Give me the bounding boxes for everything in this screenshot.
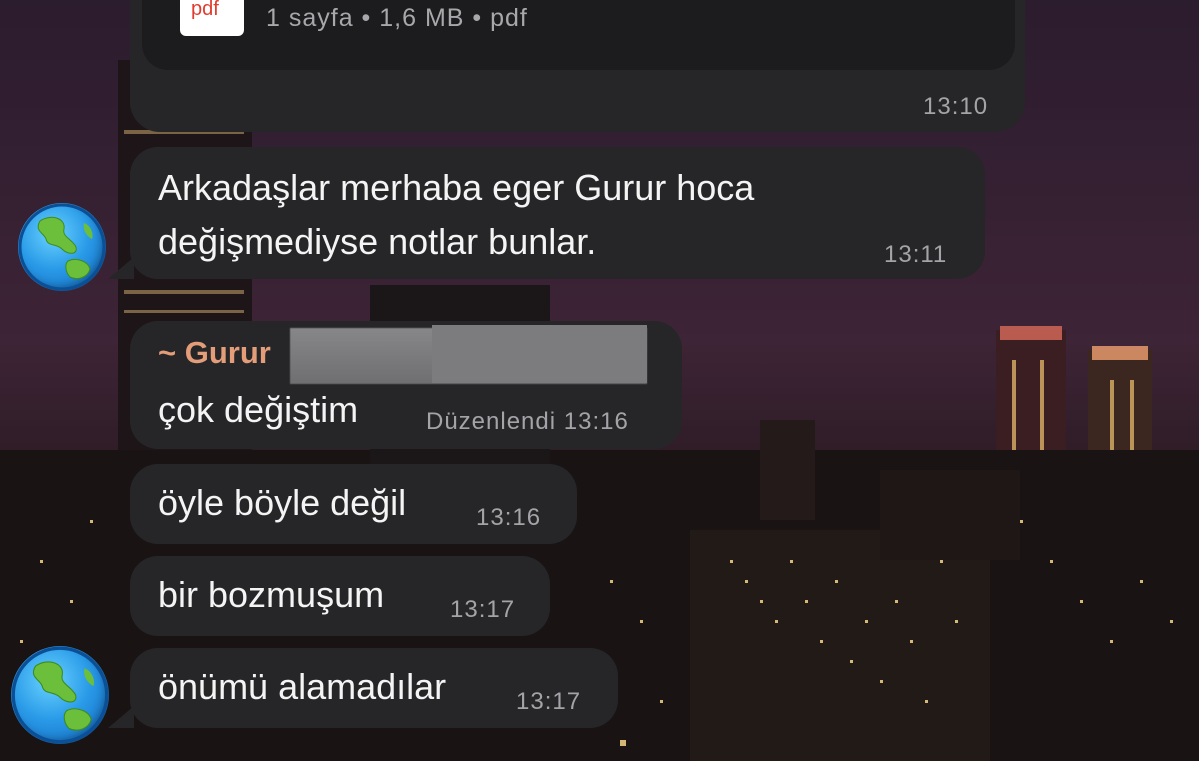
document-attachment[interactable]: pdf 1 sayfa • 1,6 MB • pdf [142,0,1015,70]
message-text: öyle böyle değil [158,482,407,523]
message-time: 13:16 [476,504,542,531]
message-bubble[interactable]: ~ Gurur çok değiştim Düzenlendi 13:16 [130,321,682,449]
message-bubble[interactable]: öyle böyle değil 13:16 [130,464,577,544]
redacted-area [432,325,647,383]
message-text: bir bozmuşum [158,574,385,615]
message-time: 13:17 [516,688,582,715]
message-text: Arkadaşlar merhaba eger Gurur hoca değiş… [158,161,754,269]
pdf-icon-label: pdf [191,0,219,20]
message-text: önümü alamadılar [158,666,447,707]
message-time: Düzenlendi 13:16 [426,408,629,435]
globe-icon[interactable] [18,203,106,291]
message-bubble[interactable]: bir bozmuşum 13:17 [130,556,550,636]
message-text-line: Arkadaşlar merhaba eger Gurur hoca [158,167,755,208]
globe-icon-graphic [11,646,109,744]
message-time: 13:17 [450,596,516,623]
message-tail [108,706,134,728]
document-message-bubble[interactable]: pdf 1 sayfa • 1,6 MB • pdf 13:10 [130,0,1025,132]
message-tail [108,257,134,279]
message-bubble[interactable]: önümü alamadılar 13:17 [130,648,618,728]
message-text: çok değiştim [158,389,359,430]
message-text-line: değişmediyse notlar bunlar. [158,221,597,262]
message-bubble[interactable]: Arkadaşlar merhaba eger Gurur hoca değiş… [130,147,985,279]
pdf-file-icon: pdf [180,0,244,36]
sender-name[interactable]: ~ Gurur [158,335,271,371]
globe-icon[interactable] [11,646,109,744]
globe-icon-graphic [18,203,106,291]
message-time: 13:11 [884,241,948,268]
message-time: 13:10 [923,93,989,120]
document-meta: 1 sayfa • 1,6 MB • pdf [266,4,528,32]
